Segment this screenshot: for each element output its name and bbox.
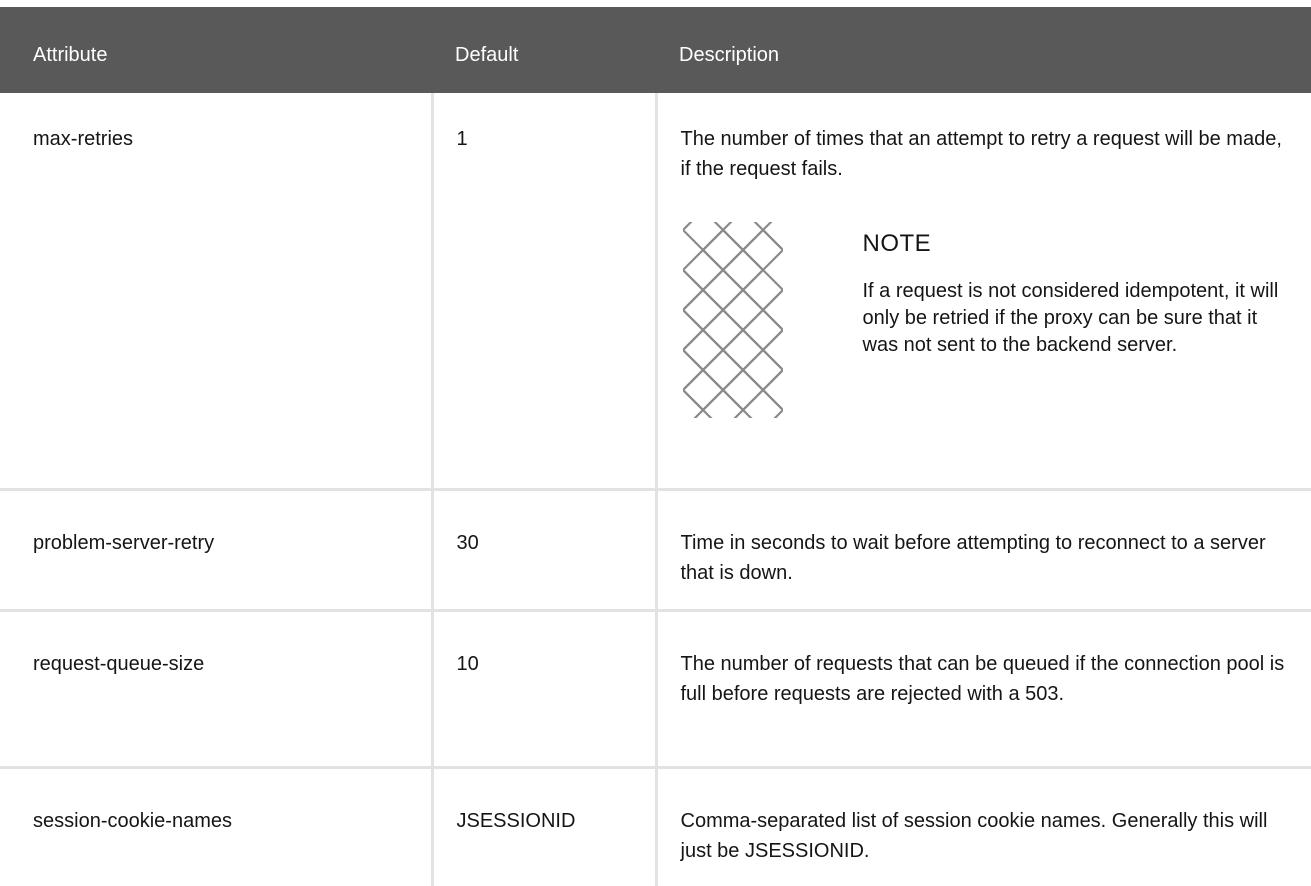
table-header: Attribute Default Description — [0, 7, 1311, 93]
default-cell: 1 — [430, 93, 656, 489]
description-cell: Comma-separated list of session cookie n… — [654, 765, 1311, 886]
default-cell: 30 — [430, 487, 656, 610]
attribute-cell: problem-server-retry — [0, 487, 432, 610]
description-text: The number of times that an attempt to r… — [680, 128, 1282, 180]
table-row: session-cookie-names JSESSIONID Comma-se… — [0, 765, 1311, 886]
note-title: NOTE — [862, 230, 932, 257]
attribute-cell: session-cookie-names — [0, 765, 432, 886]
table-row: request-queue-size 10 The number of requ… — [0, 608, 1311, 767]
header-default: Default — [432, 7, 656, 93]
table-row: max-retries 1 The number of times that a… — [0, 93, 1311, 489]
note-text: If a request is not considered idempoten… — [862, 280, 1279, 356]
default-cell: 10 — [430, 608, 656, 767]
description-cell: The number of times that an attempt to r… — [654, 93, 1311, 489]
header-description: Description — [656, 7, 1311, 93]
description-cell: The number of requests that can be queue… — [654, 608, 1311, 767]
description-cell: Time in seconds to wait before attemptin… — [654, 487, 1311, 610]
header-attribute: Attribute — [0, 7, 432, 93]
attribute-cell: max-retries — [33, 128, 134, 150]
attribute-cell: request-queue-size — [0, 608, 432, 767]
header-row: Attribute Default Description — [0, 7, 1311, 93]
attributes-table: Attribute Default Description max-retrie… — [0, 7, 1311, 886]
note-body: NOTE If a request is not considered idem… — [863, 222, 1288, 418]
table-body: max-retries 1 The number of times that a… — [0, 93, 1311, 886]
table-row: problem-server-retry 30 Time in seconds … — [0, 487, 1311, 610]
note-admonition: NOTE If a request is not considered idem… — [682, 222, 1288, 418]
note-pattern-icon — [682, 222, 783, 418]
default-cell: JSESSIONID — [430, 765, 656, 886]
